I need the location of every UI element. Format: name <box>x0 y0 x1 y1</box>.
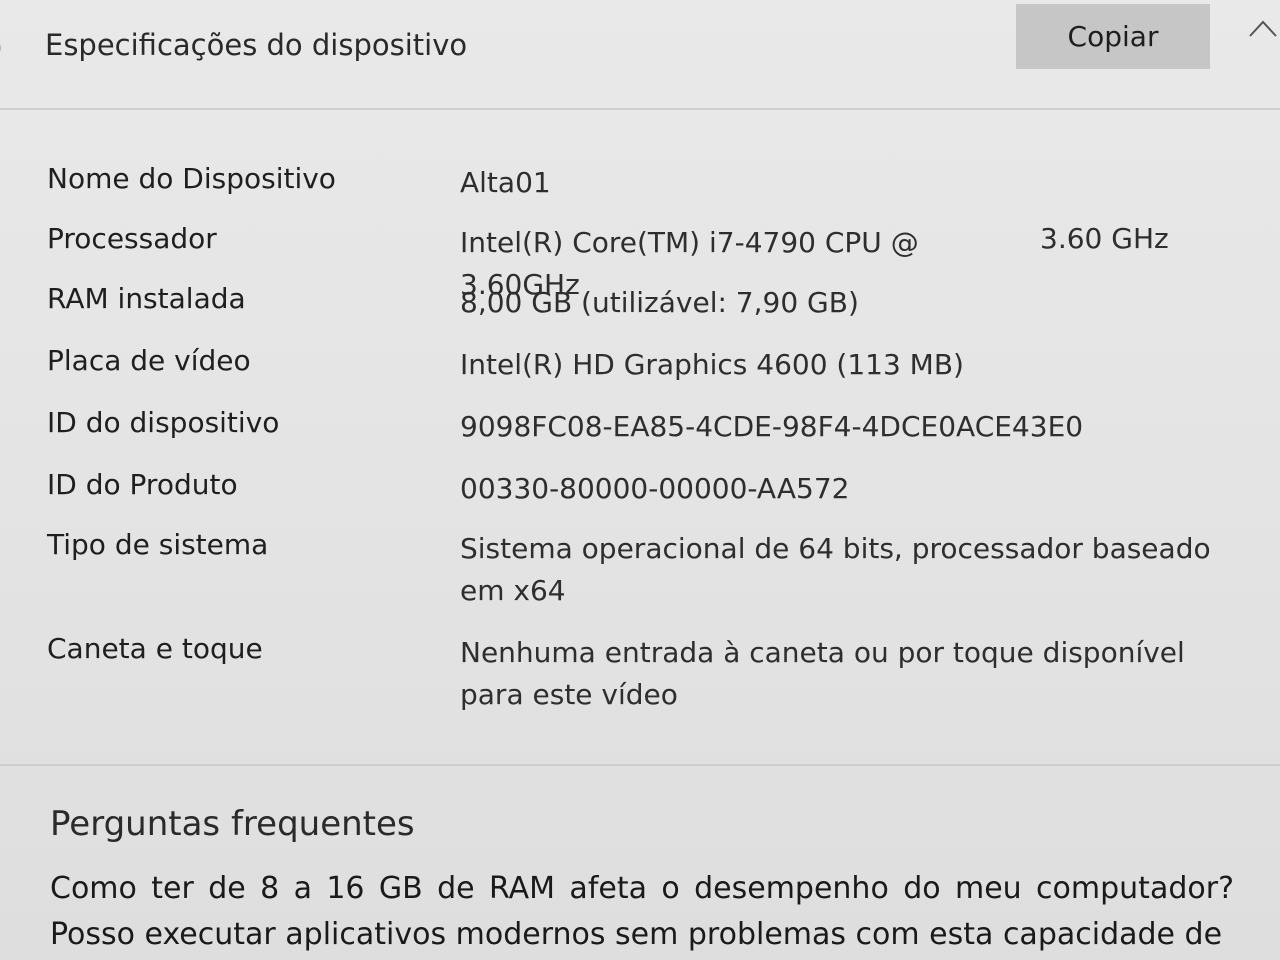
spec-value[interactable]: Alta01 <box>460 162 1240 204</box>
spec-value[interactable]: Nenhuma entrada à caneta ou por toque di… <box>460 632 1240 716</box>
spec-label: Tipo de sistema <box>47 528 269 561</box>
spec-label: ID do Produto <box>47 468 238 501</box>
spec-value[interactable]: Intel(R) HD Graphics 4600 (113 MB) <box>460 344 1240 386</box>
spec-value[interactable]: 9098FC08-EA85-4CDE-98F4-4DCE0ACE43E0 <box>460 406 1240 448</box>
device-specifications-page: ) Especificações do dispositivo Copiar N… <box>0 0 1280 960</box>
spec-value[interactable]: 8,00 GB (utilizável: 7,90 GB) <box>460 282 1240 324</box>
spec-label: Processador <box>47 222 217 255</box>
section-title: Especificações do dispositivo <box>45 28 468 62</box>
spec-label: Placa de vídeo <box>47 344 251 377</box>
spec-value[interactable]: 00330-80000-00000-AA572 <box>460 468 1240 510</box>
collapse-glyph-icon[interactable]: ) <box>0 28 3 68</box>
faq-heading: Perguntas frequentes <box>50 804 415 844</box>
header-divider <box>0 108 1280 110</box>
spec-label: Caneta e toque <box>47 632 263 665</box>
section-divider <box>0 764 1280 766</box>
spec-label: RAM instalada <box>47 282 246 315</box>
spec-value[interactable]: Sistema operacional de 64 bits, processa… <box>460 528 1240 612</box>
faq-question-link[interactable]: Como ter de 8 a 16 GB de RAM afeta o des… <box>50 866 1234 958</box>
copy-button[interactable]: Copiar <box>1016 4 1210 69</box>
spec-label: ID do dispositivo <box>47 406 280 439</box>
chevron-up-icon[interactable] <box>1246 16 1280 40</box>
spec-value-clock[interactable]: 3.60 GHz <box>1040 222 1169 255</box>
spec-label: Nome do Dispositivo <box>47 162 336 195</box>
